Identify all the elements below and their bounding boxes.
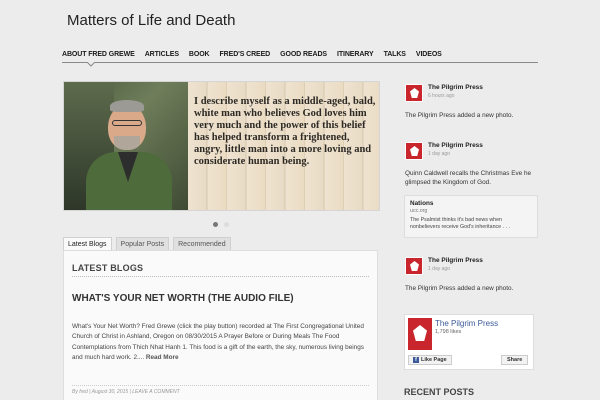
feed-author[interactable]: The Pilgrim Press bbox=[428, 142, 483, 149]
feed-time[interactable]: 1 day ago bbox=[428, 151, 483, 157]
feed-time[interactable]: 1 day ago bbox=[428, 266, 483, 272]
link-source: ucc.org bbox=[410, 208, 428, 214]
link-preview-card[interactable]: Nations ucc.org The Psalmist thinks it's… bbox=[404, 195, 538, 238]
feed-author[interactable]: The Pilgrim Press bbox=[428, 84, 483, 91]
link-title[interactable]: Nations bbox=[410, 200, 532, 207]
facebook-page-widget: The Pilgrim Press 1,798 likes f Like Pag… bbox=[404, 314, 534, 370]
feed-item: The Pilgrim Press 1 day ago Quinn Caldwe… bbox=[405, 142, 535, 187]
pilgrim-press-logo-icon[interactable] bbox=[405, 257, 423, 275]
nav-active-indicator-icon bbox=[87, 62, 95, 67]
nav-item-good-reads[interactable]: GOOD READS bbox=[280, 50, 327, 59]
nav-item-itinerary[interactable]: ITINERARY bbox=[337, 50, 374, 59]
read-more-link[interactable]: Read More bbox=[146, 354, 179, 361]
featured-slider[interactable]: I describe myself as a middle-aged, bald… bbox=[63, 81, 380, 211]
feed-text: The Pilgrim Press added a new photo. bbox=[405, 285, 514, 292]
share-label: Share bbox=[507, 357, 523, 363]
divider bbox=[72, 276, 369, 277]
latest-blogs-heading: LATEST BLOGS bbox=[72, 263, 144, 273]
feed-author[interactable]: The Pilgrim Press bbox=[428, 257, 483, 264]
slider-pagination bbox=[213, 222, 229, 227]
slider-dot-2[interactable] bbox=[224, 222, 229, 227]
feed-text: Quinn Caldwell recalls the Christmas Eve… bbox=[405, 170, 532, 186]
feed-item: The Pilgrim Press 6 hours ago The Pilgri… bbox=[405, 84, 535, 120]
site-title[interactable]: Matters of Life and Death bbox=[67, 12, 235, 29]
nav-item-book[interactable]: BOOK bbox=[189, 50, 210, 59]
feed-item: The Pilgrim Press 1 day ago The Pilgrim … bbox=[405, 257, 535, 293]
fb-page-name[interactable]: The Pilgrim Press bbox=[435, 319, 498, 328]
like-page-button[interactable]: f Like Page bbox=[408, 355, 452, 365]
share-button[interactable]: Share bbox=[501, 355, 529, 365]
facebook-icon: f bbox=[413, 357, 419, 363]
post-excerpt-text: What's Your Net Worth? Fred Grewe (click… bbox=[72, 323, 364, 362]
slider-quote: I describe myself as a middle-aged, bald… bbox=[194, 96, 376, 167]
like-page-label: Like Page bbox=[421, 357, 447, 363]
slider-dot-1[interactable] bbox=[213, 222, 218, 227]
nav-item-about[interactable]: ABOUT FRED GREWE bbox=[62, 50, 135, 59]
recent-posts-heading: RECENT POSTS bbox=[404, 387, 475, 397]
fb-like-count: 1,798 likes bbox=[435, 329, 462, 335]
post-excerpt: What's Your Net Worth? Fred Grewe (click… bbox=[72, 322, 372, 364]
pilgrim-press-logo-icon[interactable] bbox=[405, 84, 423, 102]
author-photo bbox=[64, 82, 188, 210]
feed-text: The Pilgrim Press added a new photo. bbox=[405, 112, 514, 119]
post-title[interactable]: WHAT'S YOUR NET WORTH (THE AUDIO FILE) bbox=[72, 293, 294, 304]
pilgrim-press-logo-icon[interactable] bbox=[405, 142, 423, 160]
latest-blogs-panel: LATEST BLOGS WHAT'S YOUR NET WORTH (THE … bbox=[63, 250, 378, 400]
pilgrim-press-logo-icon[interactable] bbox=[408, 318, 432, 350]
nav-item-freds-creed[interactable]: FRED'S CREED bbox=[220, 50, 271, 59]
nav-item-articles[interactable]: ARTICLES bbox=[145, 50, 179, 59]
feed-time[interactable]: 6 hours ago bbox=[428, 93, 483, 99]
post-byline: By fred | August 30, 2015 | LEAVE A COMM… bbox=[72, 389, 180, 395]
divider bbox=[72, 385, 369, 386]
link-description: The Psalmist thinks it's bad news when n… bbox=[410, 217, 510, 230]
